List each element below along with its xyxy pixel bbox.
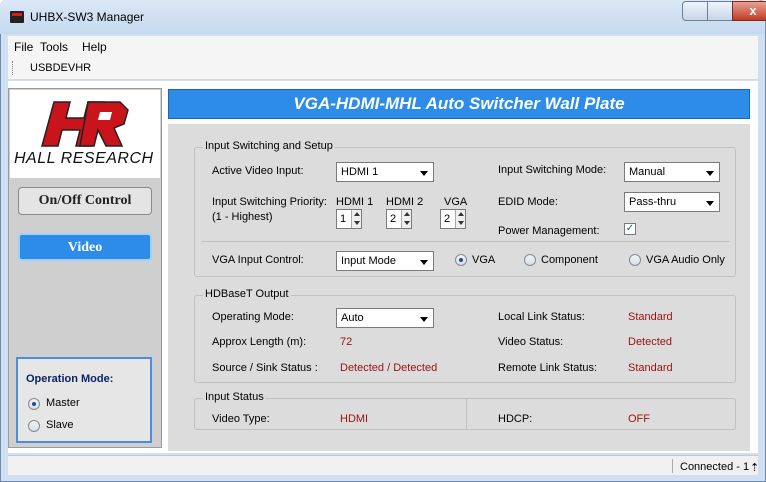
vga-audio-only-radio[interactable] xyxy=(629,254,641,266)
hdbaset-output-title: HDBaseT Output xyxy=(203,288,291,300)
menu-bar xyxy=(8,36,758,56)
priority-vga-stepper[interactable]: 2 xyxy=(440,209,466,229)
stepper-arrows-icon[interactable] xyxy=(455,210,465,228)
active-video-input-select[interactable]: HDMI 1 xyxy=(336,162,434,182)
toolbar-grip xyxy=(12,61,14,75)
master-radio[interactable] xyxy=(28,398,40,410)
stepper-arrows-icon[interactable] xyxy=(401,210,411,228)
divider xyxy=(202,241,730,242)
onoff-control-button[interactable]: On/Off Control xyxy=(18,187,152,215)
approx-length-label: Approx Length (m): xyxy=(212,336,307,348)
connection-status: Connected - 1 xyxy=(680,461,750,473)
toolbar xyxy=(8,56,758,80)
priority-vga-value: 2 xyxy=(444,213,451,225)
priority-sub-label: (1 - Highest) xyxy=(212,211,273,223)
vga-audio-only-label: VGA Audio Only xyxy=(646,254,725,266)
power-management-checkbox[interactable]: ✓ xyxy=(624,223,636,235)
master-label: Master xyxy=(46,397,80,409)
hdcp-value: OFF xyxy=(628,413,650,425)
menu-help[interactable]: Help xyxy=(82,40,107,54)
vga-input-control-label: VGA Input Control: xyxy=(212,254,304,266)
vga-input-control-select[interactable]: Input Mode xyxy=(336,251,434,271)
video-type-label: Video Type: xyxy=(212,413,270,425)
logo-text: HALL RESEARCH xyxy=(14,150,154,167)
video-status-label: Video Status: xyxy=(498,336,564,348)
remote-link-label: Remote Link Status: xyxy=(498,362,598,374)
source-sink-value: Detected / Detected xyxy=(340,362,438,374)
operating-mode-select[interactable]: Auto xyxy=(336,308,434,328)
local-link-label: Local Link Status: xyxy=(498,311,585,323)
component-radio-label: Component xyxy=(541,254,598,266)
priority-col-hdmi2: HDMI 2 xyxy=(386,196,424,208)
priority-hdmi1-value: 1 xyxy=(340,213,347,225)
hall-research-logo xyxy=(41,101,129,147)
input-status-title: Input Status xyxy=(203,391,266,403)
approx-length-value: 72 xyxy=(340,336,353,348)
status-bar xyxy=(8,455,758,475)
priority-hdmi2-value: 2 xyxy=(390,213,397,225)
remote-link-value: Standard xyxy=(628,362,673,374)
source-sink-label: Source / Sink Status : xyxy=(212,362,318,374)
window-title: UHBX-SW3 Manager xyxy=(30,10,145,24)
stepper-arrows-icon[interactable] xyxy=(351,210,361,228)
component-radio[interactable] xyxy=(524,254,536,266)
maximize-button[interactable] xyxy=(707,1,733,21)
power-management-label: Power Management: xyxy=(498,225,600,237)
priority-hdmi2-stepper[interactable]: 2 xyxy=(386,209,412,229)
app-icon xyxy=(10,11,24,23)
menu-file[interactable]: File xyxy=(14,40,33,54)
operation-mode-title: Operation Mode: xyxy=(26,373,114,385)
priority-label: Input Switching Priority: xyxy=(212,196,327,208)
switching-mode-label: Input Switching Mode: xyxy=(498,164,607,176)
status-separator xyxy=(672,459,673,473)
minimize-button[interactable] xyxy=(682,1,708,21)
video-button[interactable]: Video xyxy=(18,233,152,261)
priority-col-hdmi1: HDMI 1 xyxy=(336,196,374,208)
active-video-input-label: Active Video Input: xyxy=(212,165,304,177)
operating-mode-label: Operating Mode: xyxy=(212,311,294,323)
slave-radio[interactable] xyxy=(28,420,40,432)
menu-tools[interactable]: Tools xyxy=(40,40,68,54)
vga-radio[interactable] xyxy=(455,254,467,266)
edid-mode-label: EDID Mode: xyxy=(498,196,558,208)
hdcp-label: HDCP: xyxy=(498,413,533,425)
priority-col-vga: VGA xyxy=(444,196,468,208)
vga-radio-label: VGA xyxy=(472,254,496,266)
video-status-value: Detected xyxy=(628,336,673,348)
edid-mode-select[interactable]: Pass-thru xyxy=(624,192,720,212)
device-label[interactable]: USBDEVHR xyxy=(30,62,91,74)
close-button[interactable]: x xyxy=(732,1,766,21)
slave-label: Slave xyxy=(46,419,74,431)
banner-title: VGA-HDMI-MHL Auto Switcher Wall Plate xyxy=(293,94,625,113)
input-status-divider xyxy=(466,398,467,430)
local-link-value: Standard xyxy=(628,311,673,323)
switching-mode-select[interactable]: Manual xyxy=(624,162,720,182)
priority-hdmi1-stepper[interactable]: 1 xyxy=(336,209,362,229)
input-status-group xyxy=(194,398,736,430)
input-switching-title: Input Switching and Setup xyxy=(203,140,335,152)
video-type-value: HDMI xyxy=(340,413,369,425)
connection-icon: ⇡ xyxy=(750,462,760,474)
